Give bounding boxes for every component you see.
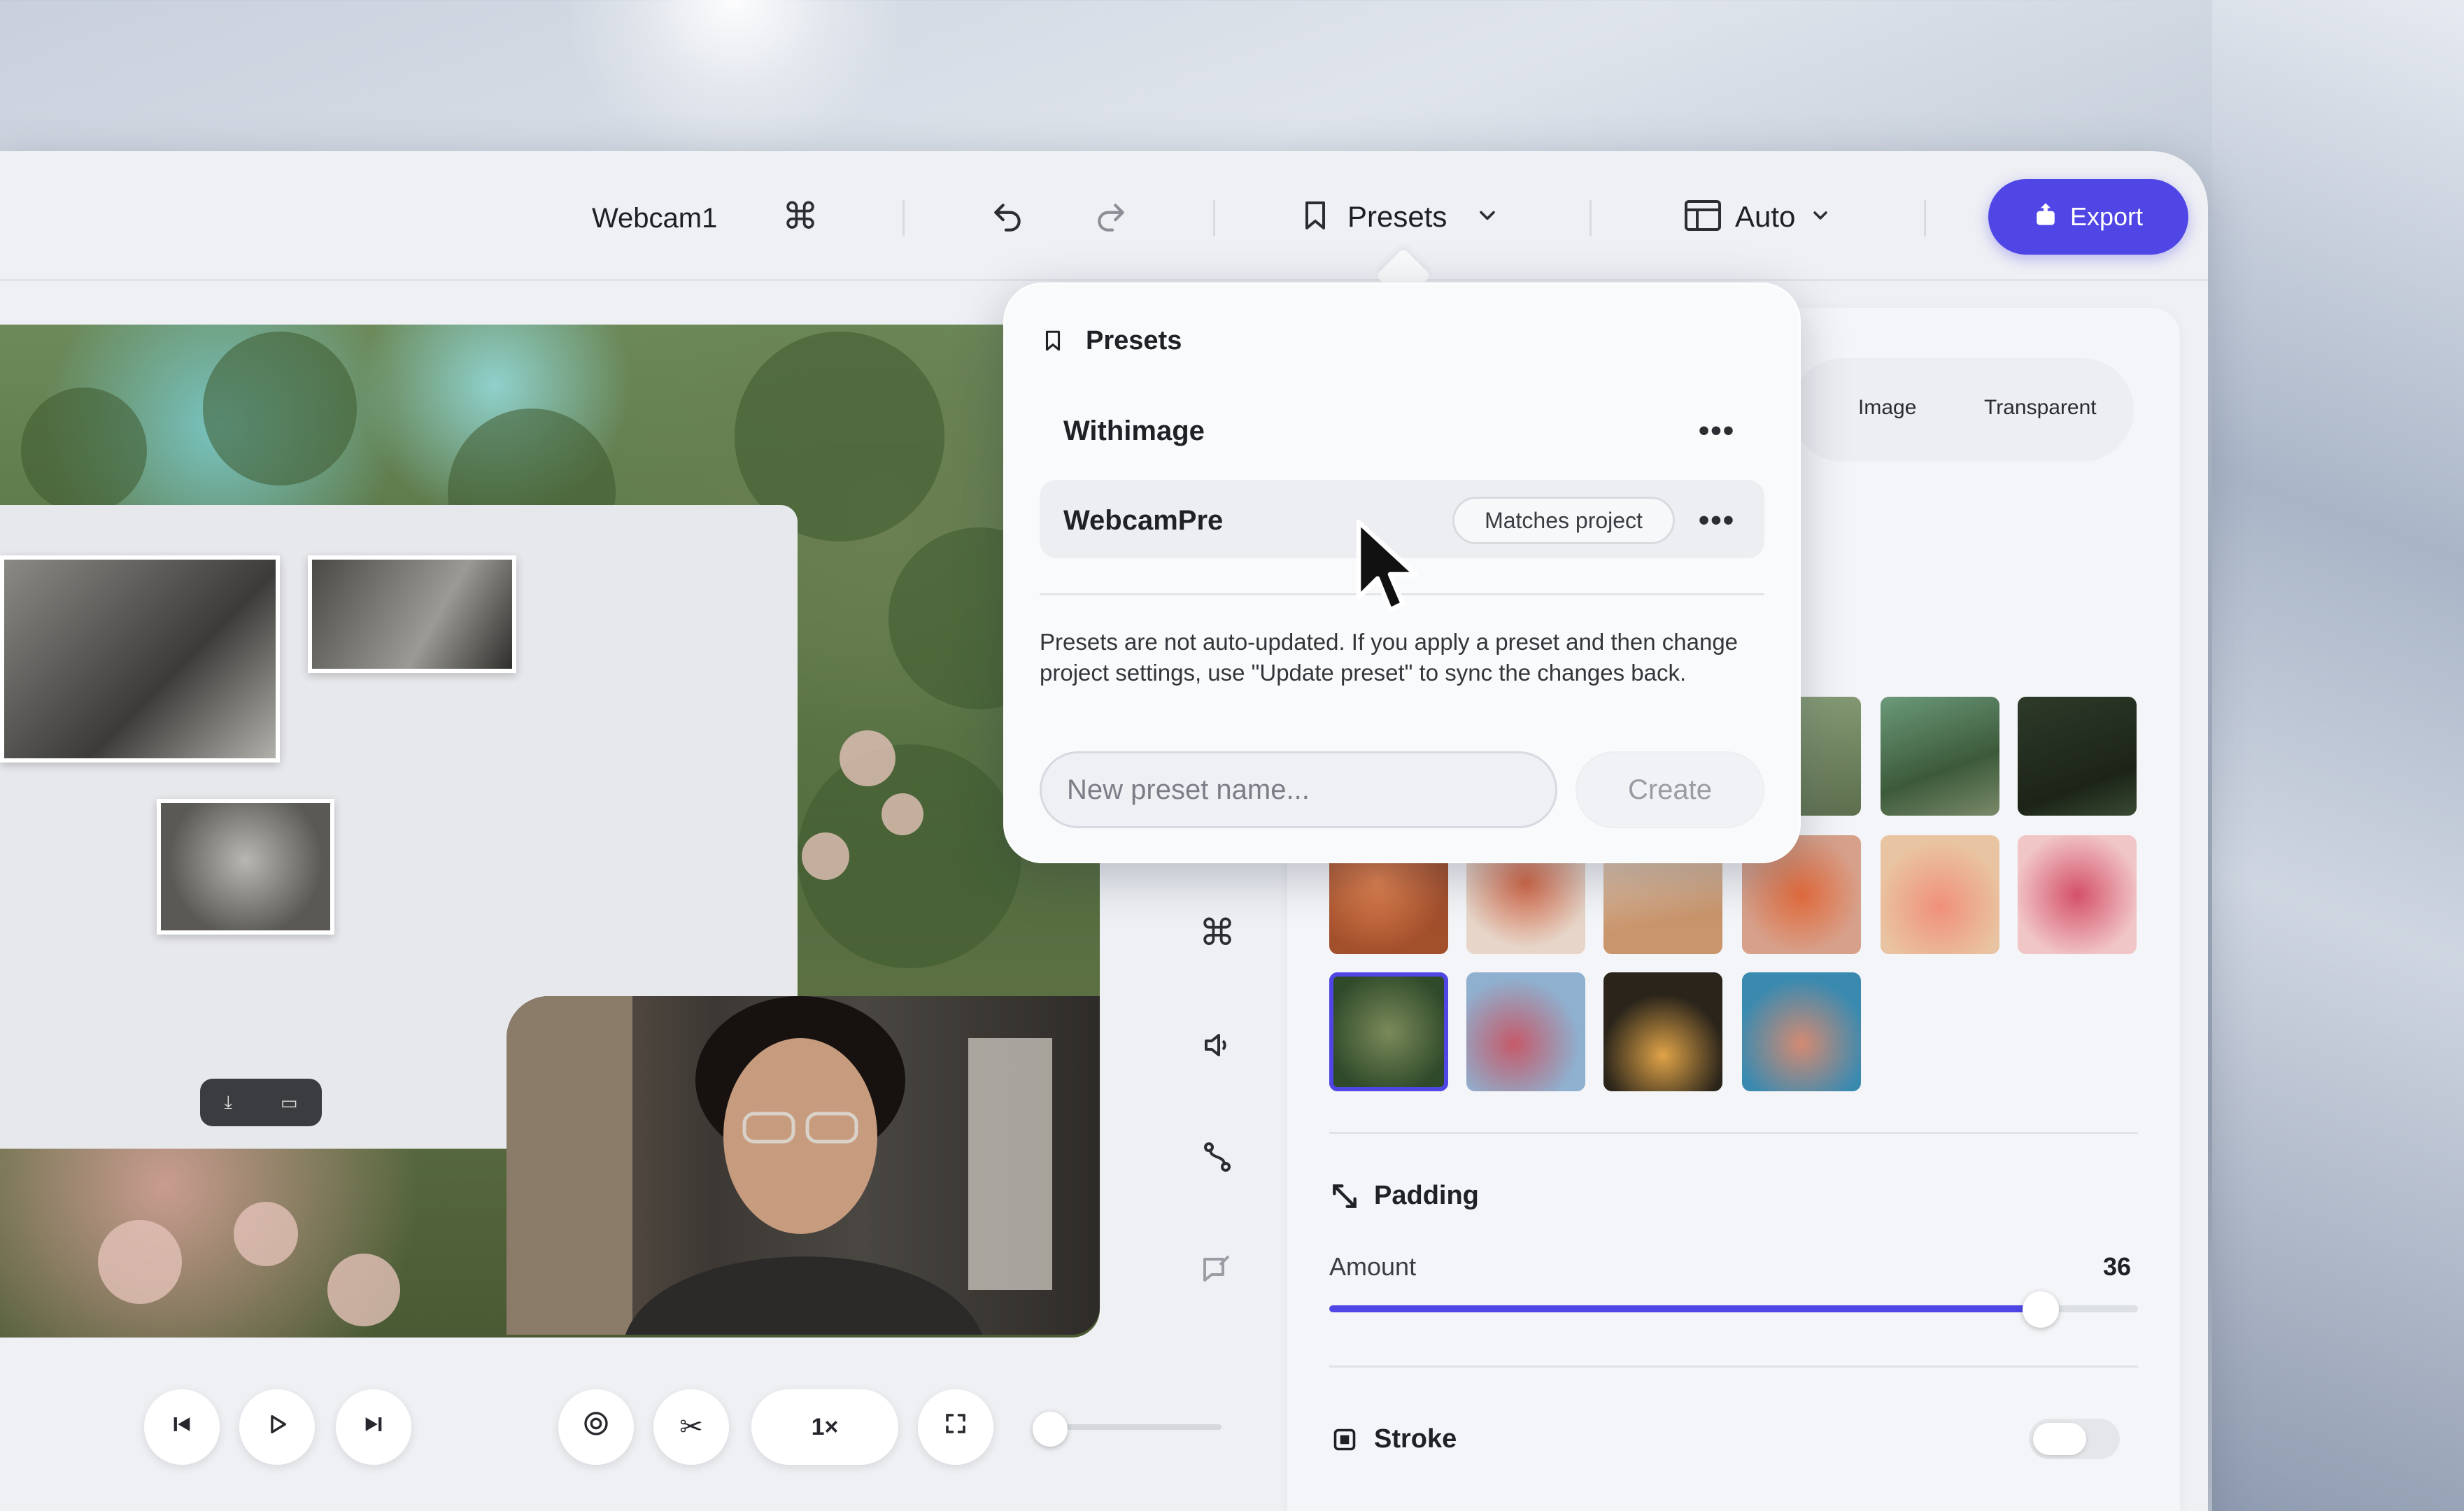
skip-back-button[interactable] (144, 1389, 220, 1465)
expand-icon (1329, 1181, 1360, 1215)
mini-toolbar: ⤓ ▭ (200, 1079, 322, 1126)
cut-button[interactable]: ✂ (653, 1389, 729, 1465)
padding-slider-handle[interactable] (2023, 1291, 2059, 1328)
toolbar-divider (1213, 200, 1215, 236)
export-label: Export (2069, 202, 2144, 231)
wallpaper-thumb[interactable] (1881, 697, 1999, 816)
wallpaper-thumb[interactable] (1466, 972, 1585, 1091)
matches-project-badge: Matches project (1452, 497, 1675, 544)
wallpaper-shape (2212, 0, 2464, 1511)
cursor-path-icon[interactable] (1195, 1135, 1240, 1179)
scissors-icon: ✂ (679, 1412, 703, 1442)
layout-label: Auto (1735, 200, 1796, 233)
export-icon (2034, 201, 2058, 234)
shutter-icon (582, 1410, 610, 1445)
more-options-icon[interactable]: ••• (1696, 503, 1738, 537)
new-preset-name-input[interactable] (1040, 751, 1557, 828)
wallpaper-thumb[interactable] (2018, 697, 2137, 816)
presets-button[interactable]: Presets (1298, 194, 1500, 239)
fullscreen-icon (943, 1411, 968, 1443)
project-name[interactable]: Webcam1 (592, 203, 717, 234)
vintage-photo (0, 555, 280, 762)
presets-note: Presets are not auto-updated. If you app… (1040, 629, 1739, 686)
preset-name: WebcamPre (1063, 505, 1224, 536)
command-icon[interactable]: ⌘ (778, 194, 823, 239)
toolbar-divider (1924, 200, 1926, 236)
timeline-zoom-handle[interactable] (1033, 1412, 1068, 1447)
toolbar-divider (1589, 200, 1592, 236)
bookmark-icon (1041, 326, 1065, 359)
wallpaper-thumb[interactable] (1881, 835, 1999, 954)
undo-icon[interactable] (985, 194, 1030, 239)
toolbar-divider (902, 200, 905, 236)
preset-name: Withimage (1063, 416, 1205, 446)
mouse-cursor-icon (1356, 519, 1417, 613)
camera-shutter-button[interactable] (558, 1389, 634, 1465)
chevron-down-icon (1809, 204, 1832, 230)
skip-forward-button[interactable] (336, 1389, 411, 1465)
export-button[interactable]: Export (1988, 179, 2188, 255)
wallpaper-thumb[interactable] (1603, 972, 1722, 1091)
stroke-icon (1332, 1427, 1357, 1456)
stroke-title: Stroke (1374, 1424, 1457, 1454)
section-divider (1329, 1132, 2138, 1134)
tab-transparent[interactable]: Transparent (1984, 396, 2097, 420)
bookmark-icon (1298, 197, 1332, 237)
wallpaper-thumb-selected[interactable] (1329, 972, 1448, 1091)
vintage-photo (308, 555, 516, 673)
download-icon: ⤓ (224, 1091, 232, 1112)
amount-value: 36 (2103, 1252, 2132, 1281)
popover-title: Presets (1086, 326, 1182, 355)
wallpaper-glow (560, 0, 909, 168)
layout-icon (1685, 199, 1721, 234)
stroke-toggle-knob (2033, 1423, 2086, 1455)
shortcuts-icon[interactable]: ⌘ (1195, 911, 1240, 956)
more-options-icon[interactable]: ••• (1696, 413, 1738, 448)
volume-icon[interactable] (1195, 1023, 1240, 1067)
chevron-down-icon (1475, 203, 1500, 232)
folder-icon: ▭ (280, 1091, 298, 1113)
annotation-icon[interactable] (1195, 1248, 1240, 1293)
create-preset-button[interactable]: Create (1576, 751, 1764, 828)
section-divider (1329, 1365, 2138, 1368)
skip-back-icon (170, 1412, 194, 1443)
tab-image[interactable]: Image (1858, 396, 1916, 420)
play-icon (265, 1412, 289, 1443)
webcam-person (507, 996, 1052, 1335)
wallpaper-thumb[interactable] (1742, 972, 1861, 1091)
webcam-overlay (507, 996, 1100, 1335)
wallpaper-thumb[interactable] (2018, 835, 2137, 954)
layout-dropdown[interactable]: Auto (1685, 194, 1832, 239)
redo-icon[interactable] (1089, 194, 1133, 239)
presets-label: Presets (1347, 200, 1447, 233)
playback-speed-button[interactable]: 1× (751, 1389, 898, 1465)
fullscreen-button[interactable] (918, 1389, 993, 1465)
padding-slider-fill (1329, 1305, 2041, 1312)
amount-label: Amount (1329, 1252, 1417, 1281)
vintage-photo (157, 799, 334, 935)
padding-title: Padding (1374, 1181, 1479, 1210)
skip-forward-icon (362, 1412, 385, 1443)
play-button[interactable] (239, 1389, 315, 1465)
